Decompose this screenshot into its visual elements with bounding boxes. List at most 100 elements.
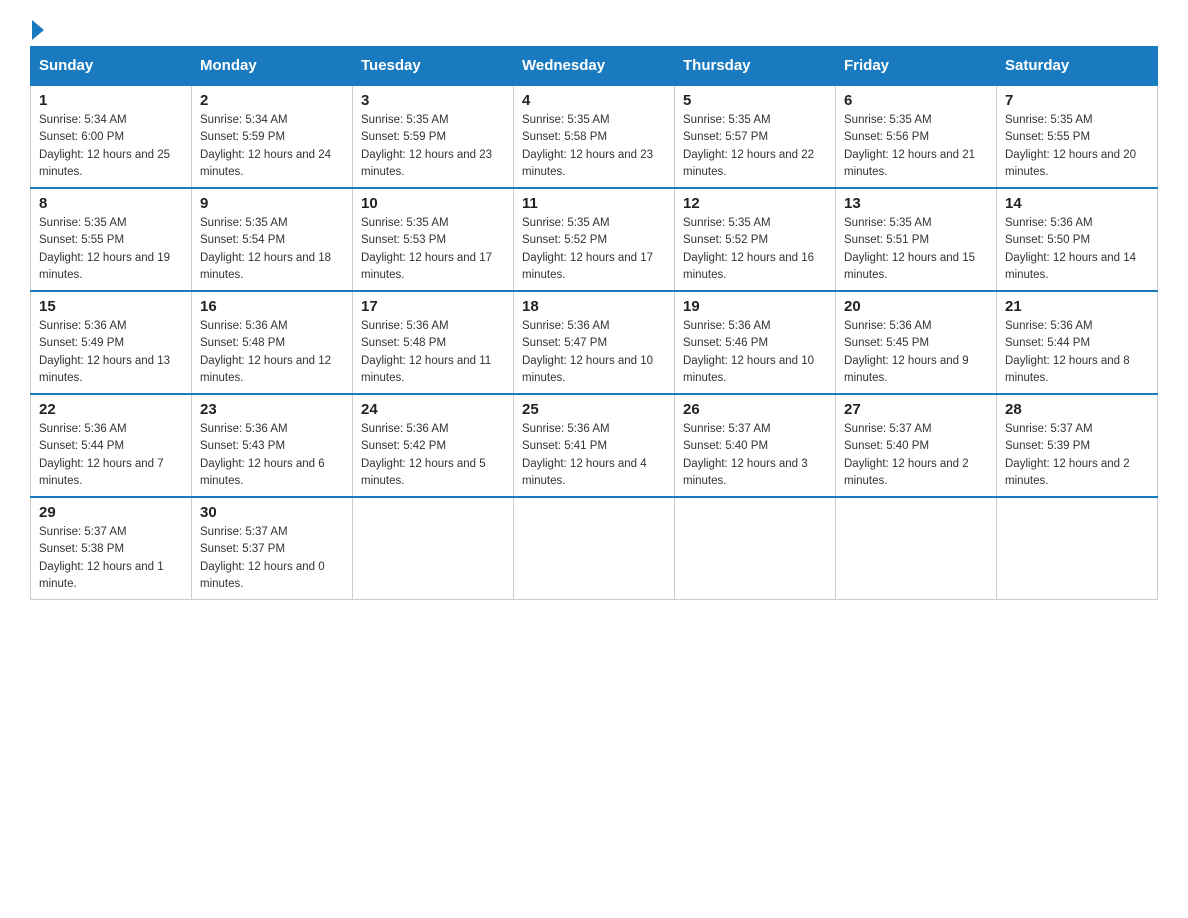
sunset-label: Sunset: 5:44 PM	[1005, 337, 1090, 349]
daylight-label: Daylight: 12 hours and 18 minutes.	[200, 252, 331, 281]
day-info: Sunrise: 5:35 AM Sunset: 5:52 PM Dayligh…	[522, 215, 666, 284]
day-info: Sunrise: 5:36 AM Sunset: 5:44 PM Dayligh…	[1005, 318, 1149, 387]
sunset-label: Sunset: 5:44 PM	[39, 440, 124, 452]
logo-triangle-icon	[32, 20, 44, 40]
sunrise-label: Sunrise: 5:34 AM	[200, 114, 288, 126]
sunset-label: Sunset: 5:48 PM	[200, 337, 285, 349]
calendar-day-cell: 10 Sunrise: 5:35 AM Sunset: 5:53 PM Dayl…	[353, 188, 514, 291]
sunset-label: Sunset: 5:58 PM	[522, 131, 607, 143]
sunrise-label: Sunrise: 5:37 AM	[683, 423, 771, 435]
sunset-label: Sunset: 5:40 PM	[844, 440, 929, 452]
sunset-label: Sunset: 5:59 PM	[200, 131, 285, 143]
calendar-day-cell: 15 Sunrise: 5:36 AM Sunset: 5:49 PM Dayl…	[31, 291, 192, 394]
day-number: 26	[683, 401, 827, 418]
day-number: 12	[683, 195, 827, 212]
sunset-label: Sunset: 5:49 PM	[39, 337, 124, 349]
header	[30, 20, 1158, 36]
calendar-day-cell: 7 Sunrise: 5:35 AM Sunset: 5:55 PM Dayli…	[997, 85, 1158, 188]
calendar-day-cell: 18 Sunrise: 5:36 AM Sunset: 5:47 PM Dayl…	[514, 291, 675, 394]
daylight-label: Daylight: 12 hours and 15 minutes.	[844, 252, 975, 281]
day-info: Sunrise: 5:37 AM Sunset: 5:37 PM Dayligh…	[200, 524, 344, 593]
sunset-label: Sunset: 5:40 PM	[683, 440, 768, 452]
daylight-label: Daylight: 12 hours and 3 minutes.	[683, 458, 808, 487]
calendar-week-row: 15 Sunrise: 5:36 AM Sunset: 5:49 PM Dayl…	[31, 291, 1158, 394]
day-number: 28	[1005, 401, 1149, 418]
calendar-day-cell	[514, 497, 675, 600]
sunset-label: Sunset: 5:47 PM	[522, 337, 607, 349]
calendar-day-cell: 21 Sunrise: 5:36 AM Sunset: 5:44 PM Dayl…	[997, 291, 1158, 394]
sunset-label: Sunset: 5:52 PM	[522, 234, 607, 246]
day-number: 25	[522, 401, 666, 418]
calendar-day-cell: 28 Sunrise: 5:37 AM Sunset: 5:39 PM Dayl…	[997, 394, 1158, 497]
day-info: Sunrise: 5:36 AM Sunset: 5:48 PM Dayligh…	[361, 318, 505, 387]
daylight-label: Daylight: 12 hours and 10 minutes.	[683, 355, 814, 384]
day-info: Sunrise: 5:37 AM Sunset: 5:40 PM Dayligh…	[683, 421, 827, 490]
day-number: 9	[200, 195, 344, 212]
day-number: 3	[361, 92, 505, 109]
day-info: Sunrise: 5:36 AM Sunset: 5:43 PM Dayligh…	[200, 421, 344, 490]
day-info: Sunrise: 5:35 AM Sunset: 5:54 PM Dayligh…	[200, 215, 344, 284]
sunrise-label: Sunrise: 5:35 AM	[844, 114, 932, 126]
sunrise-label: Sunrise: 5:36 AM	[361, 423, 449, 435]
day-number: 15	[39, 298, 183, 315]
day-number: 1	[39, 92, 183, 109]
sunset-label: Sunset: 5:37 PM	[200, 543, 285, 555]
daylight-label: Daylight: 12 hours and 2 minutes.	[844, 458, 969, 487]
daylight-label: Daylight: 12 hours and 24 minutes.	[200, 149, 331, 178]
sunset-label: Sunset: 6:00 PM	[39, 131, 124, 143]
sunrise-label: Sunrise: 5:37 AM	[1005, 423, 1093, 435]
sunrise-label: Sunrise: 5:36 AM	[39, 320, 127, 332]
day-number: 6	[844, 92, 988, 109]
calendar-day-cell: 25 Sunrise: 5:36 AM Sunset: 5:41 PM Dayl…	[514, 394, 675, 497]
day-info: Sunrise: 5:37 AM Sunset: 5:38 PM Dayligh…	[39, 524, 183, 593]
sunset-label: Sunset: 5:46 PM	[683, 337, 768, 349]
sunrise-label: Sunrise: 5:35 AM	[683, 114, 771, 126]
sunrise-label: Sunrise: 5:35 AM	[683, 217, 771, 229]
day-number: 21	[1005, 298, 1149, 315]
calendar-day-cell: 29 Sunrise: 5:37 AM Sunset: 5:38 PM Dayl…	[31, 497, 192, 600]
daylight-label: Daylight: 12 hours and 4 minutes.	[522, 458, 647, 487]
daylight-label: Daylight: 12 hours and 17 minutes.	[361, 252, 492, 281]
header-saturday: Saturday	[997, 47, 1158, 86]
daylight-label: Daylight: 12 hours and 16 minutes.	[683, 252, 814, 281]
calendar-day-cell: 1 Sunrise: 5:34 AM Sunset: 6:00 PM Dayli…	[31, 85, 192, 188]
sunrise-label: Sunrise: 5:36 AM	[522, 320, 610, 332]
sunset-label: Sunset: 5:52 PM	[683, 234, 768, 246]
day-info: Sunrise: 5:36 AM Sunset: 5:44 PM Dayligh…	[39, 421, 183, 490]
sunset-label: Sunset: 5:53 PM	[361, 234, 446, 246]
sunrise-label: Sunrise: 5:36 AM	[39, 423, 127, 435]
sunset-label: Sunset: 5:57 PM	[683, 131, 768, 143]
calendar-day-cell: 8 Sunrise: 5:35 AM Sunset: 5:55 PM Dayli…	[31, 188, 192, 291]
calendar-day-cell: 20 Sunrise: 5:36 AM Sunset: 5:45 PM Dayl…	[836, 291, 997, 394]
day-info: Sunrise: 5:35 AM Sunset: 5:53 PM Dayligh…	[361, 215, 505, 284]
sunset-label: Sunset: 5:45 PM	[844, 337, 929, 349]
calendar-day-cell: 16 Sunrise: 5:36 AM Sunset: 5:48 PM Dayl…	[192, 291, 353, 394]
day-info: Sunrise: 5:37 AM Sunset: 5:39 PM Dayligh…	[1005, 421, 1149, 490]
sunrise-label: Sunrise: 5:36 AM	[1005, 320, 1093, 332]
day-number: 13	[844, 195, 988, 212]
sunrise-label: Sunrise: 5:35 AM	[39, 217, 127, 229]
calendar-week-row: 8 Sunrise: 5:35 AM Sunset: 5:55 PM Dayli…	[31, 188, 1158, 291]
day-info: Sunrise: 5:36 AM Sunset: 5:50 PM Dayligh…	[1005, 215, 1149, 284]
daylight-label: Daylight: 12 hours and 7 minutes.	[39, 458, 164, 487]
header-friday: Friday	[836, 47, 997, 86]
daylight-label: Daylight: 12 hours and 25 minutes.	[39, 149, 170, 178]
calendar-day-cell: 17 Sunrise: 5:36 AM Sunset: 5:48 PM Dayl…	[353, 291, 514, 394]
sunset-label: Sunset: 5:50 PM	[1005, 234, 1090, 246]
sunset-label: Sunset: 5:48 PM	[361, 337, 446, 349]
sunrise-label: Sunrise: 5:37 AM	[200, 526, 288, 538]
day-number: 20	[844, 298, 988, 315]
sunrise-label: Sunrise: 5:35 AM	[522, 114, 610, 126]
day-number: 30	[200, 504, 344, 521]
sunset-label: Sunset: 5:42 PM	[361, 440, 446, 452]
day-info: Sunrise: 5:36 AM Sunset: 5:49 PM Dayligh…	[39, 318, 183, 387]
day-number: 29	[39, 504, 183, 521]
calendar-week-row: 22 Sunrise: 5:36 AM Sunset: 5:44 PM Dayl…	[31, 394, 1158, 497]
sunrise-label: Sunrise: 5:36 AM	[683, 320, 771, 332]
header-tuesday: Tuesday	[353, 47, 514, 86]
calendar-day-cell	[675, 497, 836, 600]
sunrise-label: Sunrise: 5:35 AM	[522, 217, 610, 229]
day-info: Sunrise: 5:35 AM Sunset: 5:55 PM Dayligh…	[39, 215, 183, 284]
day-info: Sunrise: 5:34 AM Sunset: 6:00 PM Dayligh…	[39, 112, 183, 181]
daylight-label: Daylight: 12 hours and 6 minutes.	[200, 458, 325, 487]
